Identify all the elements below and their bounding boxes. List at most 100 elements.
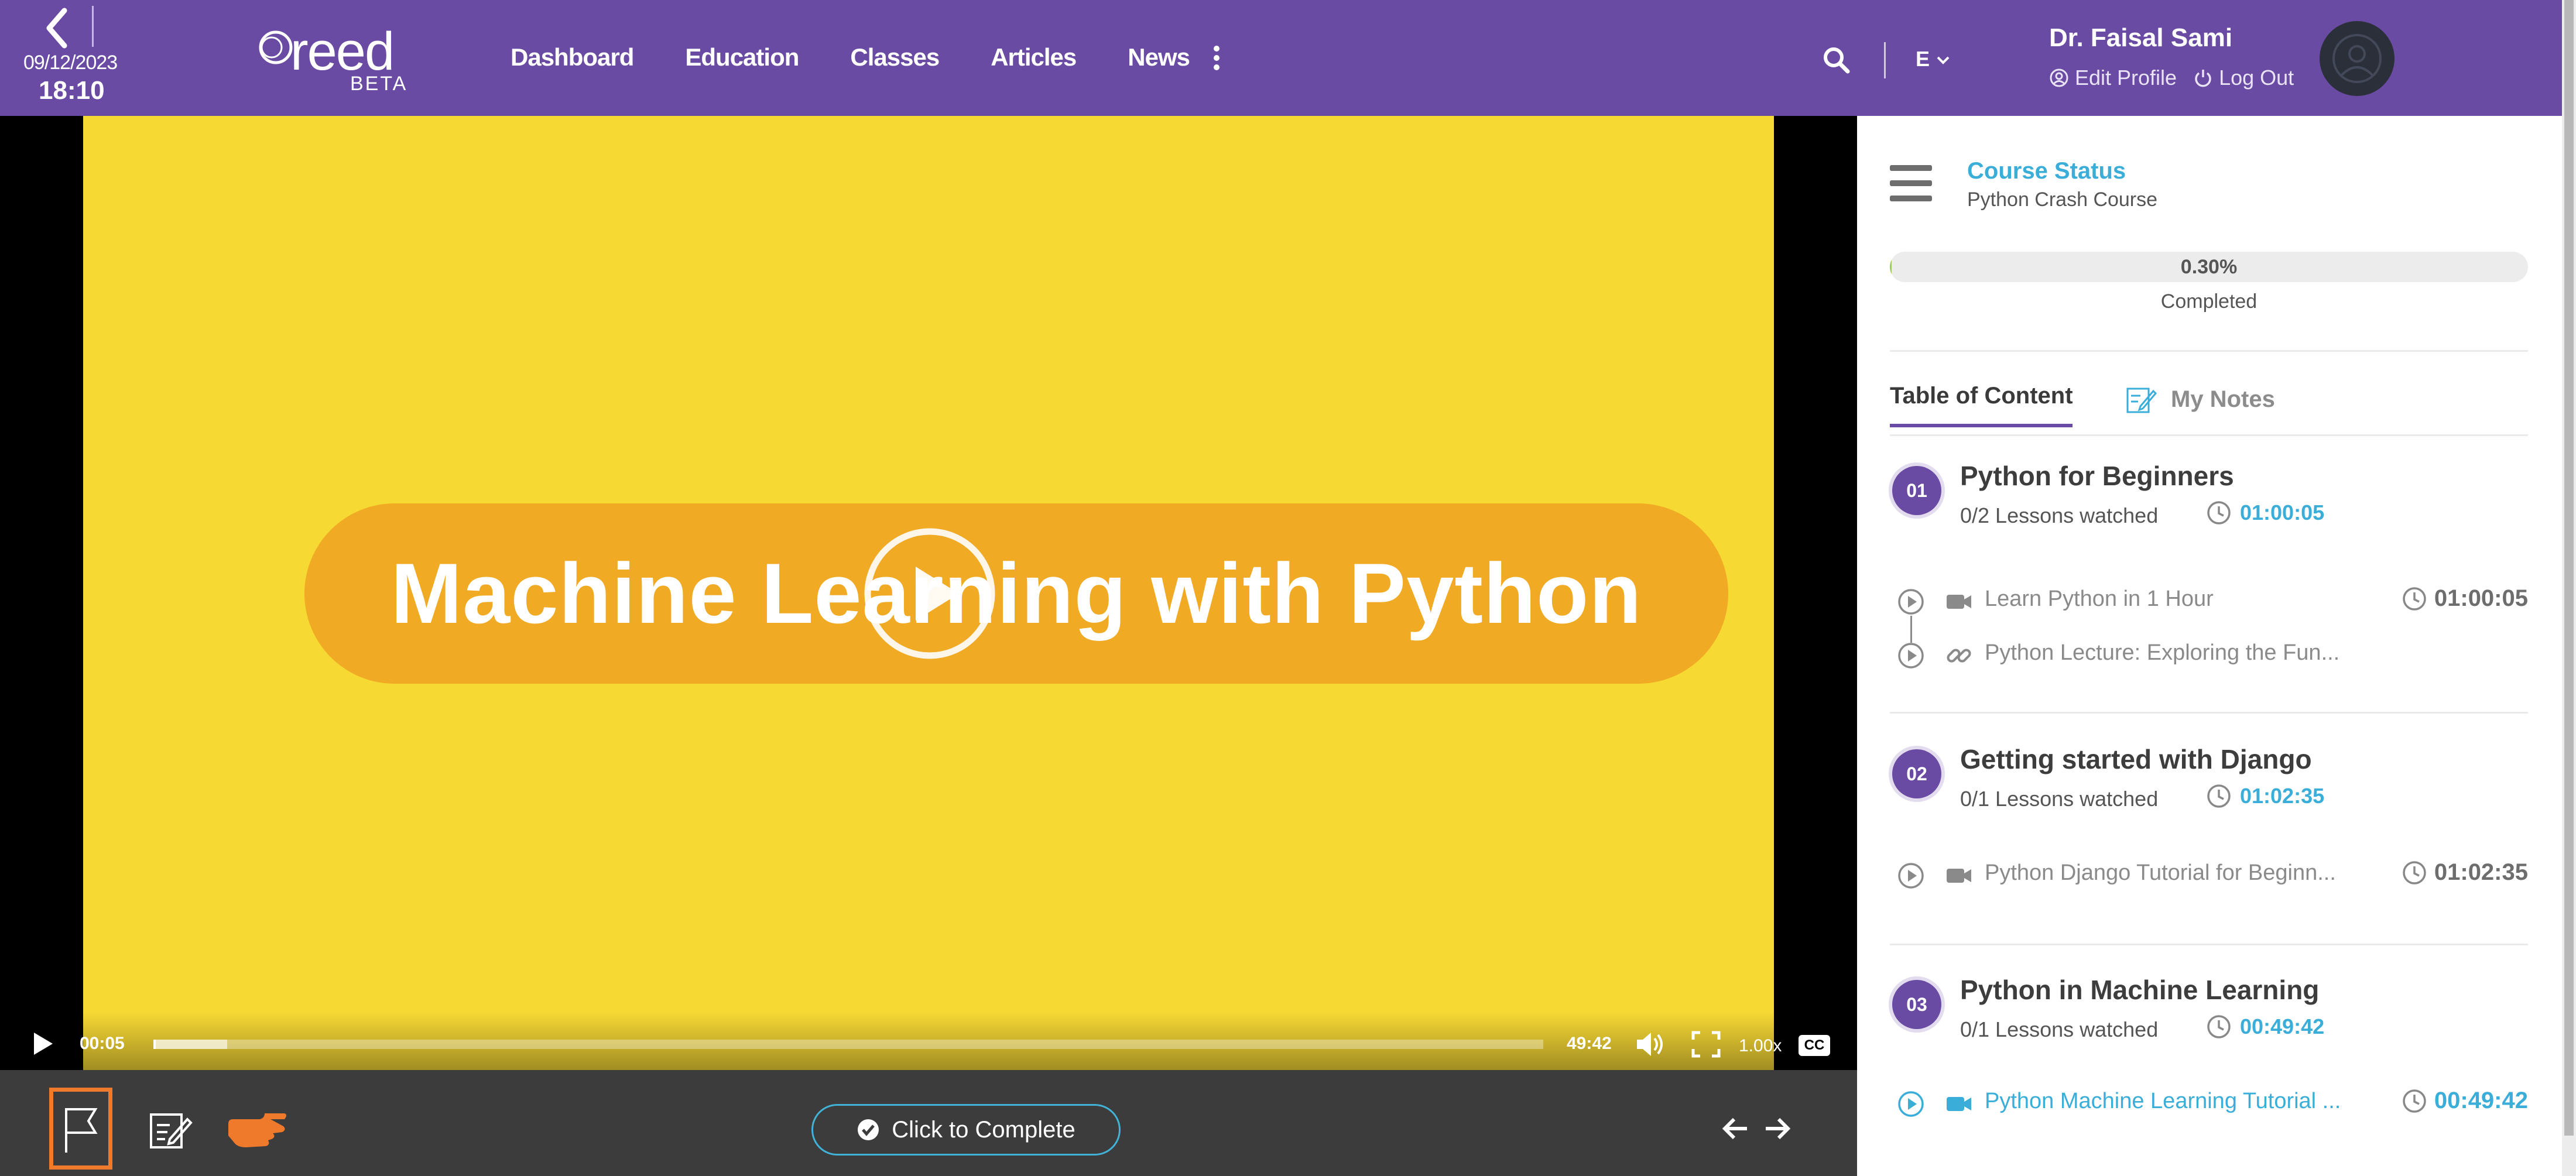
course-progress-caption: Completed — [2160, 290, 2258, 313]
header-divider — [1884, 42, 1886, 78]
edit-profile-label: Edit Profile — [2075, 66, 2177, 90]
section-getting-started-with-django[interactable]: 02 Getting started with Django 0/1 Lesso… — [1890, 744, 2528, 925]
section-title: Getting started with Django — [1960, 744, 2312, 774]
video-controls: 00:05 49:42 1.00x CC — [0, 1012, 1857, 1070]
lesson-item[interactable]: Python Lecture: Exploring the Fun... — [1890, 638, 2528, 673]
fullscreen-icon[interactable] — [1690, 1029, 1722, 1060]
lesson-duration-value: 01:00:05 — [2434, 585, 2528, 611]
section-python-in-machine-learning[interactable]: 03 Python in Machine Learning 0/1 Lesson… — [1890, 975, 2528, 1167]
captions-button[interactable]: CC — [1799, 1035, 1830, 1056]
click-to-complete-button[interactable]: Click to Complete — [811, 1104, 1121, 1156]
playback-rate[interactable]: 1.00x — [1739, 1036, 1782, 1056]
tab-my-notes-label: My Notes — [2171, 386, 2275, 412]
main-navigation: Dashboard Education Classes Articles New… — [511, 43, 1190, 71]
more-menu-icon[interactable] — [1211, 46, 1222, 75]
nav-articles[interactable]: Articles — [991, 43, 1077, 71]
nav-classes[interactable]: Classes — [850, 43, 940, 71]
lesson-title: Python Machine Learning Tutorial ... — [1985, 1089, 2341, 1113]
check-circle-icon — [858, 1119, 879, 1140]
video-camera-icon — [1945, 1090, 1973, 1118]
poster-banner: Machine Learning with Python — [304, 503, 1728, 684]
seek-bar-played — [153, 1040, 156, 1049]
active-tab-indicator — [1890, 424, 2073, 427]
link-icon — [1945, 642, 1973, 670]
log-out-label: Log Out — [2219, 66, 2294, 90]
section-python-for-beginners[interactable]: 01 Python for Beginners 0/2 Lessons watc… — [1890, 461, 2528, 700]
clock-icon — [2207, 501, 2231, 524]
flag-icon — [65, 1108, 98, 1153]
lesson-toolbar: Click to Complete — [0, 1070, 1857, 1176]
play-icon[interactable] — [28, 1029, 57, 1058]
lesson-item[interactable]: Python Django Tutorial for Beginn... 01:… — [1890, 858, 2528, 893]
course-name: Python Crash Course — [1967, 188, 2158, 211]
section-number-badge: 01 — [1892, 466, 1941, 515]
previous-lesson-arrow-icon[interactable] — [1718, 1111, 1753, 1146]
lesson-duration: 01:00:05 — [2402, 585, 2528, 612]
chevron-down-icon — [1937, 56, 1950, 64]
section-duration: 01:00:05 — [2206, 500, 2324, 526]
lesson-title: Learn Python in 1 Hour — [1985, 587, 2214, 611]
current-time-display: 00:05 — [80, 1034, 125, 1053]
duration-display: 49:42 — [1567, 1034, 1612, 1053]
tab-my-notes[interactable]: My Notes — [2124, 383, 2275, 416]
course-status-title: Course Status — [1967, 158, 2126, 184]
section-title: Python for Beginners — [1960, 461, 2234, 491]
clock-icon — [2207, 1015, 2231, 1038]
seek-bar[interactable] — [153, 1040, 1543, 1049]
course-sidebar: Course Status Python Crash Course 0.30% … — [1857, 116, 2562, 1176]
lesson-title: Python Django Tutorial for Beginn... — [1985, 860, 2336, 885]
search-icon[interactable] — [1820, 43, 1855, 78]
nav-dashboard[interactable]: Dashboard — [511, 43, 634, 71]
section-number-badge: 03 — [1892, 980, 1941, 1029]
lesson-item[interactable]: Learn Python in 1 Hour 01:00:05 — [1890, 584, 2528, 619]
oreed-logo[interactable]: reed BETA — [258, 21, 416, 97]
log-out-link[interactable]: Log Out — [2193, 66, 2294, 90]
play-circle-icon — [1897, 862, 1925, 890]
next-lesson-arrow-icon[interactable] — [1760, 1111, 1795, 1146]
edit-profile-link[interactable]: Edit Profile — [2049, 66, 2177, 90]
volume-icon[interactable] — [1635, 1029, 1667, 1060]
lesson-item-active[interactable]: Python Machine Learning Tutorial ... 00:… — [1890, 1086, 2528, 1122]
play-circle-icon — [1897, 642, 1925, 670]
user-name: Dr. Faisal Sami — [2049, 23, 2233, 52]
nav-news[interactable]: News — [1128, 43, 1190, 71]
seek-bar-buffered — [153, 1040, 227, 1049]
section-duration: 01:02:35 — [2206, 783, 2324, 809]
section-duration-value: 01:02:35 — [2240, 784, 2325, 808]
logo-beta-label: BETA — [350, 73, 408, 95]
menu-icon[interactable] — [1890, 165, 1932, 201]
tab-table-of-content[interactable]: Table of Content — [1890, 383, 2073, 409]
nav-education[interactable]: Education — [685, 43, 799, 71]
section-duration-value: 00:49:42 — [2240, 1014, 2325, 1038]
lesson-duration: 01:02:35 — [2402, 859, 2528, 886]
video-player[interactable]: Machine Learning with Python 00:05 49:42… — [0, 116, 1857, 1070]
section-duration: 00:49:42 — [2206, 1014, 2324, 1040]
course-progress-percent: 0.30% — [2180, 256, 2238, 278]
back-icon[interactable] — [34, 5, 81, 52]
course-progress-bar: 0.30% — [1890, 252, 2528, 282]
section-watched-count: 0/1 Lessons watched — [1960, 787, 2159, 811]
poster-title: Machine Learning with Python — [390, 546, 1642, 641]
click-to-complete-label: Click to Complete — [892, 1116, 1075, 1143]
divider — [1890, 944, 2528, 945]
page-scrollbar-thumb[interactable] — [2564, 0, 2574, 1136]
flag-button[interactable] — [49, 1088, 112, 1170]
notes-icon — [2126, 388, 2157, 413]
user-circle-icon — [2050, 68, 2068, 87]
current-date: 09/12/2023 — [23, 52, 118, 74]
divider — [1890, 350, 2528, 352]
section-duration-value: 01:00:05 — [2240, 500, 2325, 524]
clock-icon — [2403, 860, 2426, 884]
language-label: E — [1916, 47, 1930, 71]
top-navigation-bar: 09/12/2023 18:10 reed BETA Dashboard Edu… — [0, 0, 2562, 116]
section-watched-count: 0/1 Lessons watched — [1960, 1017, 2159, 1041]
current-time: 18:10 — [39, 76, 105, 105]
language-selector[interactable]: E — [1916, 47, 1951, 71]
video-camera-icon — [1945, 588, 1973, 616]
section-title: Python in Machine Learning — [1960, 975, 2320, 1005]
profile-links: Edit Profile Log Out — [2049, 66, 2294, 90]
notes-icon[interactable] — [146, 1106, 193, 1153]
avatar[interactable] — [2320, 21, 2395, 96]
big-play-icon[interactable] — [862, 526, 998, 661]
clock-icon — [2403, 1089, 2426, 1113]
